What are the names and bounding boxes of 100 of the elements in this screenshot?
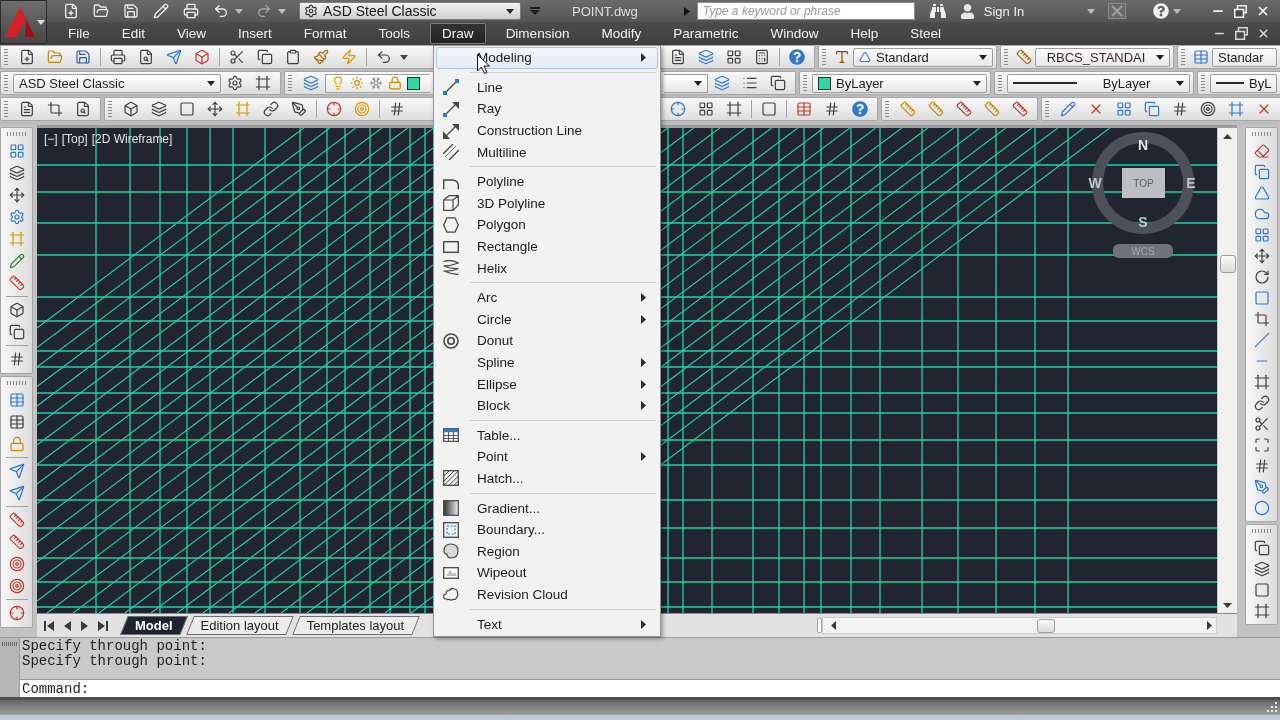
vertical-scrollbar[interactable] <box>1217 128 1237 613</box>
ruler-icon[interactable] <box>8 534 25 550</box>
linetype-dropdown[interactable]: ByLayer <box>1007 73 1190 93</box>
menu-bar-item[interactable]: View <box>165 23 219 44</box>
command-line-field[interactable]: Command: <box>20 679 1280 697</box>
file-search-icon[interactable] <box>75 101 91 117</box>
menu-item[interactable]: Rectangle <box>436 235 658 258</box>
workspace-dropdown[interactable]: ASD Steel Classic <box>13 73 221 93</box>
toolbar-grip[interactable] <box>108 100 112 118</box>
toolbar-grip[interactable] <box>4 48 8 66</box>
color-dropdown[interactable]: ByLayer <box>812 73 987 93</box>
pencil-icon[interactable] <box>8 253 25 269</box>
toolbar-grip[interactable] <box>288 74 292 92</box>
table-style-dropdown[interactable]: Standar <box>1212 47 1277 67</box>
menu-item[interactable]: Region <box>436 540 658 563</box>
move-icon[interactable] <box>207 101 223 117</box>
restore-icon[interactable] <box>1235 27 1248 40</box>
search-field[interactable]: Type a keyword or phrase <box>696 2 915 20</box>
send-icon[interactable] <box>166 49 182 65</box>
dimension-style-icon[interactable] <box>1016 49 1032 65</box>
list-icon[interactable] <box>742 75 758 91</box>
hash-icon[interactable] <box>8 351 25 367</box>
caret-icon[interactable] <box>506 8 514 14</box>
pen-icon[interactable] <box>291 101 307 117</box>
grid-icon[interactable] <box>1116 101 1132 117</box>
last-arrow-icon[interactable] <box>98 620 108 631</box>
table-icon[interactable] <box>796 101 812 117</box>
move-icon[interactable] <box>8 187 25 203</box>
hash-icon[interactable] <box>1172 101 1188 117</box>
menu-bar-item[interactable]: Steel <box>898 23 953 44</box>
restore-icon[interactable] <box>1234 4 1247 18</box>
open-folder-icon[interactable] <box>93 3 109 19</box>
copy-icon[interactable] <box>770 75 786 91</box>
printer-icon[interactable] <box>183 3 199 19</box>
printer-icon[interactable] <box>110 49 126 65</box>
scrollbar-thumb[interactable] <box>1037 618 1055 633</box>
undo-icon[interactable] <box>376 49 392 65</box>
target-icon[interactable] <box>8 556 25 572</box>
caret-icon[interactable] <box>400 54 408 60</box>
menu-item[interactable]: Spline <box>436 351 658 374</box>
frame-icon[interactable] <box>1228 101 1244 117</box>
layers-icon[interactable] <box>8 165 25 181</box>
toolbar-grip[interactable] <box>1201 74 1205 92</box>
menu-item[interactable]: 3D Polyline <box>436 192 658 215</box>
caret-icon[interactable] <box>973 80 981 86</box>
slash-icon[interactable] <box>1253 331 1270 348</box>
ruler-icon[interactable] <box>1012 101 1028 117</box>
menu-item[interactable]: Text <box>436 613 658 635</box>
grid-icon[interactable] <box>698 101 714 117</box>
copy-icon[interactable] <box>257 49 273 65</box>
ruler-icon[interactable] <box>928 101 944 117</box>
right-triangle-icon[interactable] <box>683 6 690 16</box>
layer-properties-icon[interactable] <box>303 75 319 91</box>
layers-icon[interactable] <box>698 49 714 65</box>
panel-grip[interactable] <box>1 642 18 646</box>
cube-icon[interactable] <box>194 49 210 65</box>
menu-item[interactable]: Circle <box>436 308 658 331</box>
ruler-icon[interactable] <box>984 101 1000 117</box>
toolbar-grip[interactable] <box>803 74 807 92</box>
toolbar-grip[interactable] <box>1251 529 1272 533</box>
triangle-icon[interactable] <box>1253 184 1270 201</box>
ruler-icon[interactable] <box>956 101 972 117</box>
new-file-icon[interactable] <box>19 49 35 65</box>
hash-icon[interactable] <box>1253 457 1270 474</box>
crop-icon[interactable] <box>1253 310 1270 327</box>
resize-grip-icon[interactable] <box>1267 702 1277 712</box>
dimension-style-dropdown[interactable]: RBCS_STANDAI <box>1035 47 1170 67</box>
layers-icon[interactable] <box>714 75 730 91</box>
toolbar-grip[interactable] <box>4 100 8 118</box>
left-arrow-icon[interactable] <box>831 621 836 630</box>
table-icon[interactable] <box>8 414 25 430</box>
cube-icon[interactable] <box>8 302 25 318</box>
padlock-icon[interactable] <box>8 436 25 452</box>
toolbar-grip[interactable] <box>822 48 826 66</box>
menu-bar-item[interactable]: Dimension <box>493 23 582 44</box>
menu-bar-item[interactable]: Format <box>291 23 359 44</box>
save-as-icon[interactable] <box>153 3 169 19</box>
ruler-icon[interactable] <box>900 101 916 117</box>
caret-icon[interactable] <box>979 54 987 60</box>
sign-in-button[interactable]: Sign In <box>959 3 1025 19</box>
text-style-icon[interactable] <box>834 49 850 65</box>
square-icon[interactable] <box>179 101 195 117</box>
eraser-icon[interactable] <box>1253 142 1270 159</box>
crosshair-icon[interactable] <box>670 101 686 117</box>
layers-icon[interactable] <box>151 101 167 117</box>
document-icon[interactable] <box>670 49 686 65</box>
scrollbar-thumb[interactable] <box>1219 255 1236 273</box>
grid-icon[interactable] <box>726 49 742 65</box>
send-icon[interactable] <box>8 485 25 501</box>
scissors-icon[interactable] <box>229 49 245 65</box>
toolbar-grip[interactable] <box>1181 48 1185 66</box>
menu-item[interactable]: Polyline <box>436 170 658 193</box>
menu-bar-item[interactable]: Draw <box>430 23 486 44</box>
menu-item[interactable]: Block <box>436 394 658 417</box>
target-icon[interactable] <box>1200 101 1216 117</box>
undo-icon[interactable] <box>213 3 229 19</box>
up-arrow-icon[interactable] <box>1223 134 1232 139</box>
save-icon[interactable] <box>75 49 91 65</box>
toolbar-grip[interactable] <box>998 74 1002 92</box>
maximize-icon[interactable] <box>1253 436 1270 453</box>
